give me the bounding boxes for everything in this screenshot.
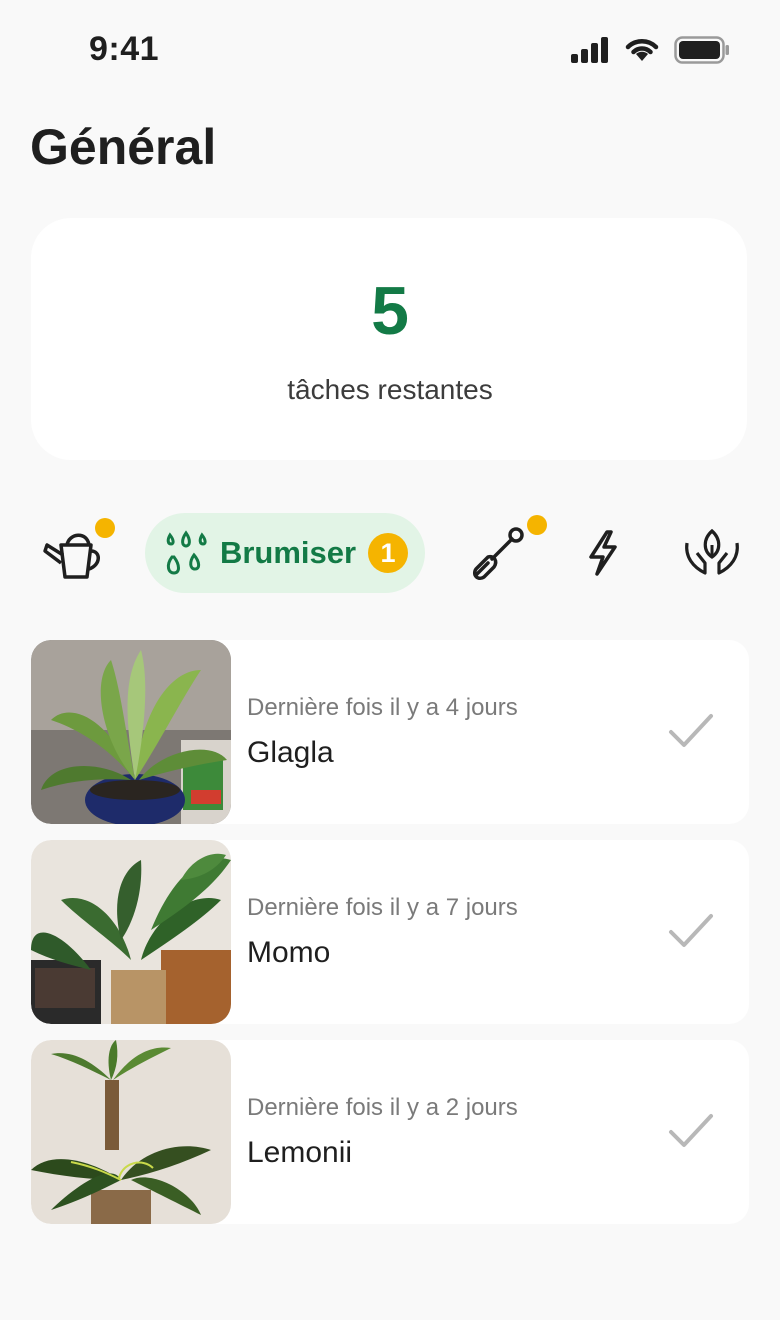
tab-misting[interactable]: Brumiser 1 xyxy=(145,513,425,593)
task-plant-name: Momo xyxy=(247,936,331,969)
task-last-done: Dernière fois il y a 7 jours xyxy=(247,894,518,921)
tab-fertilizing[interactable] xyxy=(578,521,628,585)
remaining-tasks-label: tâches restantes xyxy=(287,374,493,405)
status-time: 9:41 xyxy=(89,30,160,68)
task-last-done: Dernière fois il y a 4 jours xyxy=(247,694,518,721)
tab-misting-badge: 1 xyxy=(368,533,409,573)
check-icon[interactable] xyxy=(667,910,715,952)
task-card[interactable]: Dernière fois il y a 4 jours Glagla xyxy=(31,640,749,824)
water-drops-icon xyxy=(166,530,207,575)
task-plant-name: Glagla xyxy=(247,736,334,769)
task-card[interactable]: Dernière fois il y a 7 jours Momo xyxy=(31,840,749,1024)
task-type-tabs: Brumiser 1 xyxy=(0,505,780,601)
shovel-icon xyxy=(472,527,524,581)
monstera-plant-photo xyxy=(31,840,231,1024)
tab-watering[interactable] xyxy=(34,518,115,585)
task-card[interactable]: Dernière fois il y a 2 jours Lemonii xyxy=(31,1040,749,1224)
tab-repotting[interactable] xyxy=(466,515,547,585)
page-title: Général xyxy=(30,119,217,175)
maranta-plant-photo xyxy=(31,1040,231,1224)
status-icons xyxy=(570,36,730,64)
wifi-icon xyxy=(625,39,659,61)
cellular-signal-icon xyxy=(571,37,608,63)
task-last-done: Dernière fois il y a 2 jours xyxy=(247,1094,518,1121)
tab-watering-notification-dot xyxy=(95,518,115,538)
battery-icon xyxy=(674,36,729,64)
remaining-tasks-count: 5 xyxy=(371,273,409,349)
tab-care[interactable] xyxy=(680,521,744,585)
status-bar: 9:41 xyxy=(0,0,780,100)
aglaonema-plant-photo xyxy=(31,640,231,824)
lightning-icon xyxy=(589,530,617,576)
tab-misting-label: Brumiser xyxy=(219,535,357,570)
tab-repotting-notification-dot xyxy=(527,515,547,535)
hands-plant-icon xyxy=(685,528,739,575)
task-plant-name: Lemonii xyxy=(247,1136,353,1169)
check-icon[interactable] xyxy=(667,710,715,752)
check-icon[interactable] xyxy=(667,1110,715,1152)
